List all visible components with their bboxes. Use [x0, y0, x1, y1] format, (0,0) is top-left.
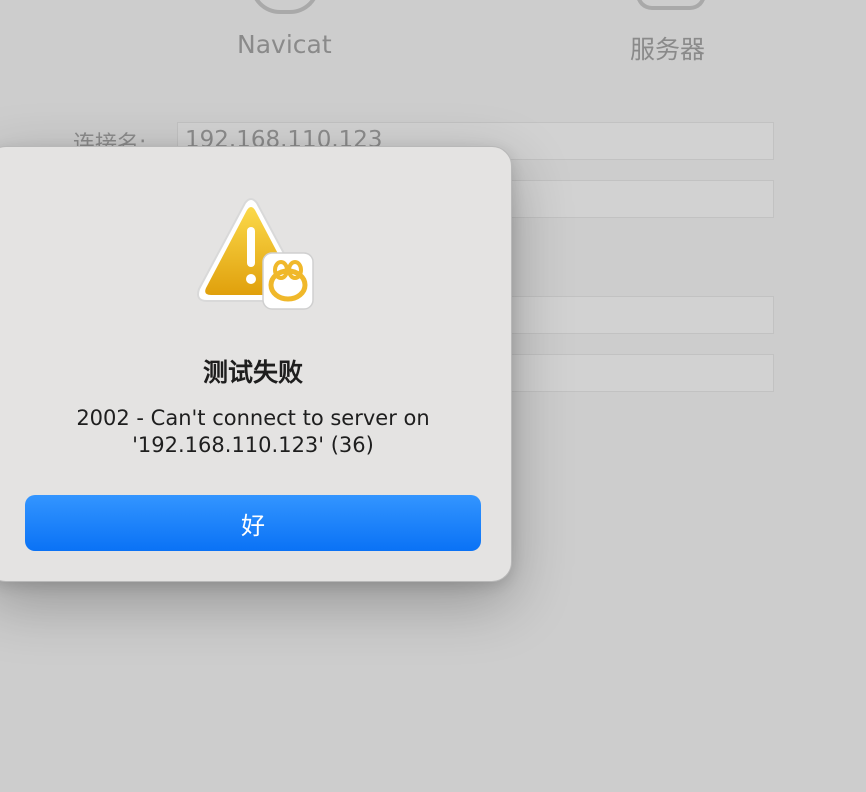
alert-message: 2002 - Can't connect to server on '192.1…: [7, 405, 499, 459]
tab-server[interactable]: 服务器: [630, 30, 705, 66]
alert-message-line2: '192.168.110.123' (36): [132, 433, 374, 457]
warning-icon: [197, 198, 314, 310]
navicat-app-icon: [262, 252, 314, 310]
ok-button[interactable]: 好: [25, 495, 481, 551]
page: Navicat 服务器 连接名: 192.168.110.123 测试失败 20…: [0, 0, 866, 792]
alert-message-line1: 2002 - Can't connect to server on: [76, 406, 430, 430]
tab-navicat[interactable]: Navicat: [237, 30, 332, 59]
alert-dialog: 测试失败 2002 - Can't connect to server on '…: [0, 146, 512, 582]
server-icon: [636, 0, 706, 10]
navicat-icon: [250, 0, 320, 14]
alert-title: 测试失败: [202, 358, 303, 387]
